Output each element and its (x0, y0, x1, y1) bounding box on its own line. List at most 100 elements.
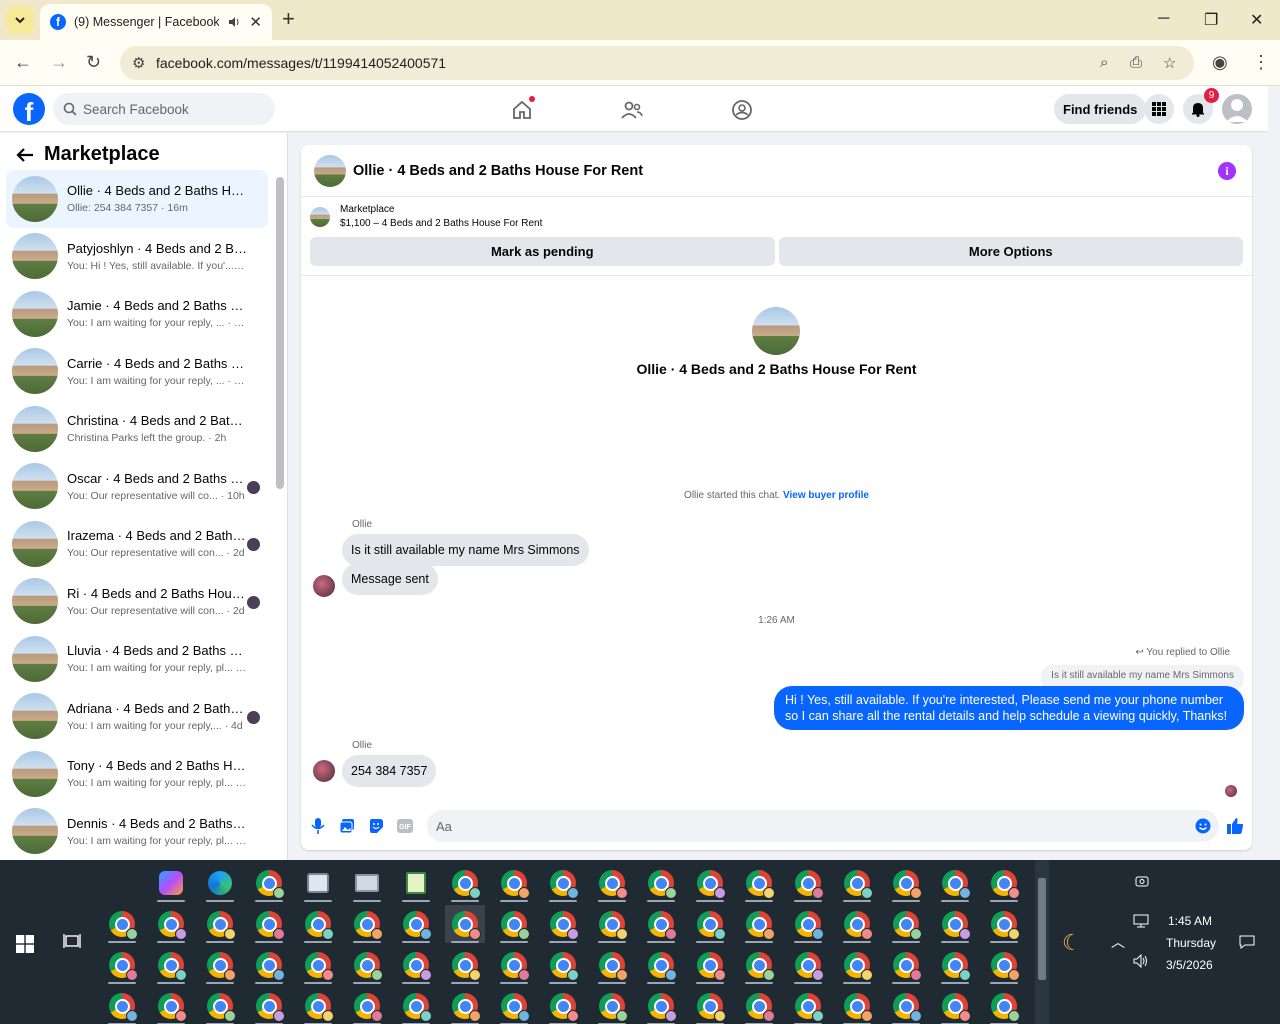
chrome-profile-app-icon[interactable] (298, 946, 338, 984)
incoming-message[interactable]: Message sent (342, 563, 438, 595)
sticker-icon[interactable] (367, 817, 385, 835)
view-buyer-profile-link[interactable]: View buyer profile (783, 490, 869, 501)
conversation-item[interactable]: Lluvia · 4 Beds and 2 Baths Hou... You: I… (6, 630, 268, 688)
account-avatar[interactable] (1222, 94, 1252, 124)
chrome-profile-app-icon[interactable] (886, 905, 926, 943)
chrome-profile-app-icon[interactable] (445, 905, 485, 943)
chrome-profile-app-icon[interactable] (837, 987, 877, 1024)
search-input[interactable] (83, 101, 253, 117)
clock-day[interactable]: Thursday (1166, 936, 1216, 950)
sidebar-scrollbar[interactable] (276, 177, 284, 489)
chat-avatar[interactable] (314, 154, 346, 187)
menu-button[interactable] (1144, 94, 1174, 124)
chrome-profile-app-icon[interactable] (984, 905, 1024, 943)
speaker-icon[interactable] (227, 15, 241, 29)
conversation-item[interactable]: Ollie · 4 Beds and 2 Baths Hous... Ollie:… (6, 170, 268, 228)
listing-title[interactable]: $1,100 – 4 Beds and 2 Baths House For Re… (340, 217, 542, 231)
network-icon[interactable] (1133, 914, 1149, 931)
chrome-profile-app-icon[interactable] (984, 864, 1024, 902)
notifications-button[interactable]: 9 (1183, 88, 1219, 124)
chrome-profile-app-icon[interactable] (494, 987, 534, 1024)
chrome-profile-app-icon[interactable] (543, 987, 583, 1024)
url-text[interactable]: facebook.com/messages/t/1199414052400571 (156, 55, 446, 71)
chrome-profile-app-icon[interactable] (788, 946, 828, 984)
profile-icon[interactable]: ◉ (1212, 52, 1228, 73)
chrome-profile-app-icon[interactable] (788, 987, 828, 1024)
chrome-profile-app-icon[interactable] (641, 905, 681, 943)
chrome-profile-app-icon[interactable] (641, 864, 681, 902)
chrome-profile-app-icon[interactable] (543, 946, 583, 984)
chrome-profile-app-icon[interactable] (249, 905, 289, 943)
clock-time[interactable]: 1:45 AM (1168, 914, 1212, 928)
conversation-item[interactable]: Oscar · 4 Beds and 2 Baths H... You: Our … (6, 458, 268, 516)
chrome-profile-app-icon[interactable] (592, 905, 632, 943)
incoming-message[interactable]: 254 384 7357 (342, 755, 437, 787)
page-scrollbar[interactable] (1268, 86, 1280, 860)
find-friends-button[interactable]: Find friends (1054, 94, 1147, 124)
chrome-profile-app-icon[interactable] (886, 864, 926, 902)
friends-nav[interactable] (618, 96, 646, 124)
chrome-profile-app-icon[interactable] (788, 905, 828, 943)
volume-icon[interactable] (1133, 953, 1149, 971)
edge-app-icon[interactable] (200, 864, 240, 902)
close-window-button[interactable]: ✕ (1250, 10, 1263, 30)
chrome-profile-app-icon[interactable] (886, 946, 926, 984)
chrome-profile-app-icon[interactable] (935, 946, 975, 984)
chrome-profile-app-icon[interactable] (494, 905, 534, 943)
notepad-app-icon[interactable] (396, 864, 436, 902)
chrome-profile-app-icon[interactable] (690, 864, 730, 902)
more-options-button[interactable]: More Options (778, 237, 1243, 266)
sender-avatar[interactable] (313, 575, 335, 597)
conversation-item[interactable]: Patyjoshlyn · 4 Beds and 2 Bath... You: H… (6, 228, 268, 286)
outgoing-message[interactable]: Hi ! Yes, still available. If you're int… (774, 686, 1244, 730)
chrome-profile-app-icon[interactable] (347, 987, 387, 1024)
chrome-profile-app-icon[interactable] (984, 946, 1024, 984)
message-input[interactable] (427, 810, 1219, 842)
chrome-profile-app-icon[interactable] (200, 946, 240, 984)
chrome-profile-app-icon[interactable] (396, 987, 436, 1024)
chrome-profile-app-icon[interactable] (445, 987, 485, 1024)
chrome-profile-app-icon[interactable] (739, 905, 779, 943)
chrome-profile-app-icon[interactable] (886, 987, 926, 1024)
meet-now-icon[interactable] (1135, 874, 1149, 891)
notification-center-icon[interactable] (1239, 934, 1255, 953)
restore-button[interactable]: ❐ (1204, 10, 1218, 30)
chrome-profile-app-icon[interactable] (396, 905, 436, 943)
task-view-icon[interactable] (63, 933, 81, 952)
chrome-profile-app-icon[interactable] (690, 987, 730, 1024)
forward-icon[interactable]: → (50, 52, 68, 73)
chat-title[interactable]: Ollie · 4 Beds and 2 Baths House For Ren… (353, 163, 643, 179)
chrome-profile-app-icon[interactable] (543, 905, 583, 943)
chrome-profile-app-icon[interactable] (494, 864, 534, 902)
chrome-profile-app-icon[interactable] (249, 987, 289, 1024)
incoming-message[interactable]: Is it still available my name Mrs Simmon… (342, 534, 589, 566)
taskbar-scroll-thumb[interactable] (1038, 878, 1046, 980)
photo-icon[interactable] (338, 817, 356, 835)
close-tab-icon[interactable]: ✕ (249, 13, 262, 31)
minimize-button[interactable]: ─ (1158, 10, 1169, 28)
bookmark-star-icon[interactable]: ☆ (1163, 54, 1176, 72)
chrome-profile-app-icon[interactable] (739, 946, 779, 984)
show-hidden-icons-chevron-icon[interactable]: ︿ (1111, 932, 1125, 952)
clock-date[interactable]: 3/5/2026 (1166, 958, 1213, 972)
chrome-profile-app-icon[interactable] (690, 905, 730, 943)
chrome-profile-app-icon[interactable] (151, 905, 191, 943)
groups-nav[interactable] (728, 96, 756, 124)
conversation-item[interactable]: Dennis · 4 Beds and 2 Baths Ho... You: I … (6, 803, 268, 861)
taskbar-scrollbar[interactable] (1035, 860, 1049, 1024)
zoom-icon[interactable]: ⌕ (1100, 54, 1108, 71)
chrome-profile-app-icon[interactable] (298, 987, 338, 1024)
back-arrow-icon[interactable] (16, 147, 34, 163)
chrome-profile-app-icon[interactable] (102, 946, 142, 984)
chrome-profile-app-icon[interactable] (200, 987, 240, 1024)
chrome-profile-app-icon[interactable] (151, 946, 191, 984)
chrome-profile-app-icon[interactable] (788, 864, 828, 902)
conversation-item[interactable]: Christina · 4 Beds and 2 Baths H... Chris… (6, 400, 268, 458)
chrome-profile-app-icon[interactable] (837, 864, 877, 902)
chrome-profile-app-icon[interactable] (347, 946, 387, 984)
microphone-icon[interactable] (309, 817, 327, 835)
chrome-profile-app-icon[interactable] (347, 905, 387, 943)
facebook-logo-icon[interactable]: f (13, 93, 45, 125)
chrome-profile-app-icon[interactable] (935, 864, 975, 902)
intro-avatar[interactable] (752, 307, 800, 355)
